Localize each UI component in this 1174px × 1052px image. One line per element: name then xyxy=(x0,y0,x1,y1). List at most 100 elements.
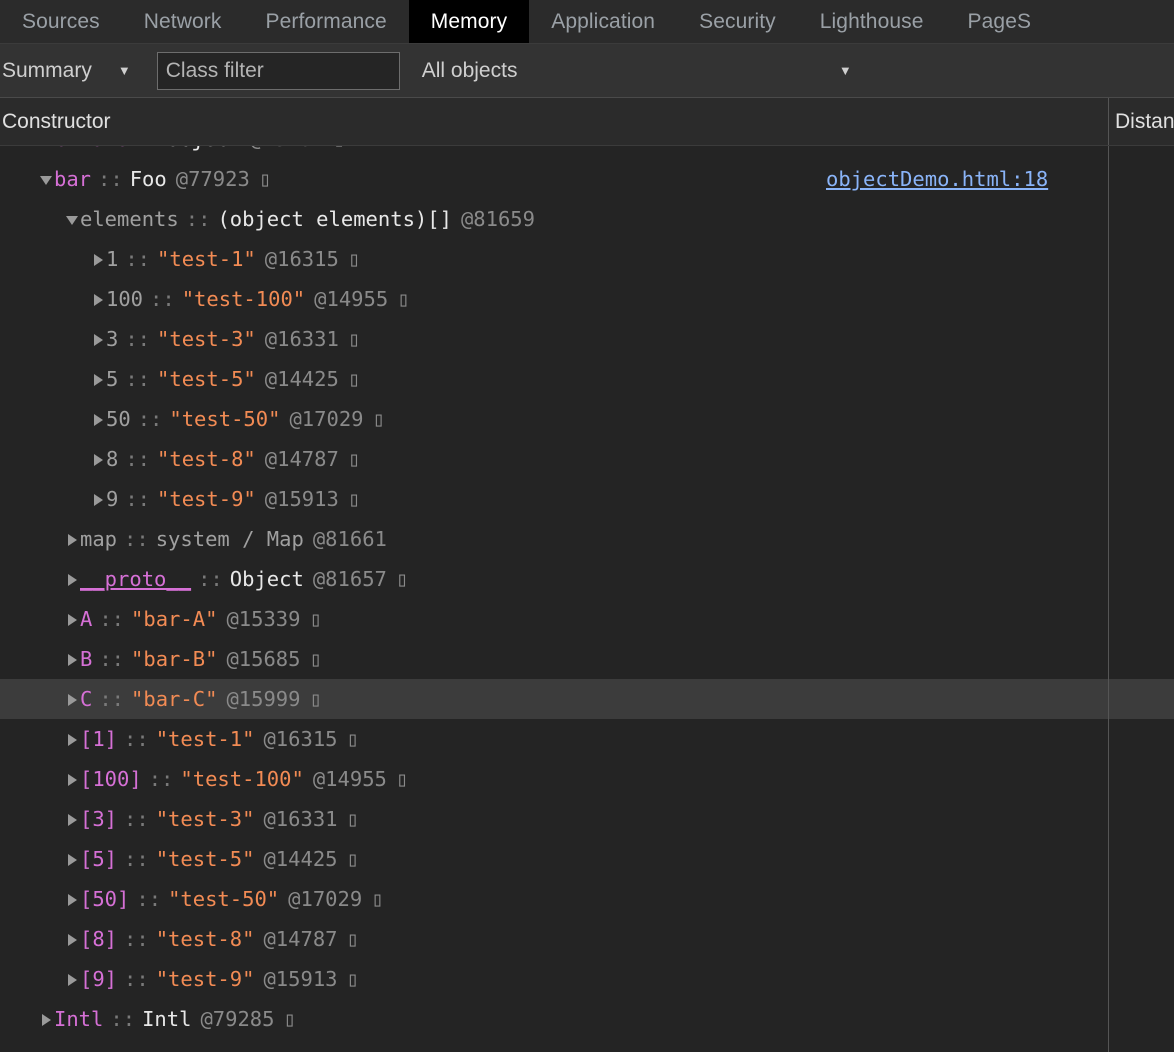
triangle-right-icon[interactable] xyxy=(66,733,79,746)
tab-security[interactable]: Security xyxy=(677,0,798,43)
tab-sources[interactable]: Sources xyxy=(0,0,122,43)
column-divider[interactable] xyxy=(1108,146,1109,1052)
property-name: 50 xyxy=(106,407,131,431)
property-separator: :: xyxy=(124,807,149,831)
object-id: @15685 xyxy=(226,647,301,671)
property-name: 9 xyxy=(106,487,119,511)
triangle-right-icon[interactable] xyxy=(66,893,79,906)
heap-grid-row[interactable]: 8:: "test-8" @14787 ▯ xyxy=(0,439,1174,479)
column-header-constructor[interactable]: Constructor xyxy=(0,110,1108,134)
heap-grid-row[interactable]: 5:: "test-5" @14425 ▯ xyxy=(0,359,1174,399)
view-select[interactable]: Summary ▼ xyxy=(2,59,137,83)
property-value: "test-50" xyxy=(169,407,281,431)
tab-pages[interactable]: PageS xyxy=(946,0,1054,43)
class-filter-input[interactable] xyxy=(156,51,400,90)
property-name: [50] xyxy=(80,887,130,911)
column-header-distance[interactable]: Distan xyxy=(1108,98,1174,145)
triangle-right-icon[interactable] xyxy=(92,413,105,426)
property-name: [8] xyxy=(80,927,118,951)
object-id: @79401 xyxy=(241,146,324,151)
tab-application[interactable]: Application xyxy=(529,0,677,43)
property-value: "test-1" xyxy=(157,247,256,271)
tab-network[interactable]: Network xyxy=(122,0,244,43)
property-name: 3 xyxy=(106,327,119,351)
triangle-right-icon[interactable] xyxy=(92,453,105,466)
property-name: 8 xyxy=(106,447,119,471)
property-value: Object xyxy=(229,567,304,591)
chevron-down-icon: ▼ xyxy=(838,63,852,78)
devtools-panel-tabbar: Sources Network Performance Memory Applicati… xyxy=(0,0,1174,44)
heap-grid-row[interactable]: bar:: Foo @77923 ▯ objectDemo.html:18 xyxy=(0,159,1174,199)
heap-grid-row[interactable]: [9]:: "test-9" @15913 ▯ xyxy=(0,959,1174,999)
property-name: bar xyxy=(54,167,92,191)
missing-glyph-icon: ▯ xyxy=(346,967,359,991)
triangle-right-icon[interactable] xyxy=(66,973,79,986)
tab-lighthouse[interactable]: Lighthouse xyxy=(798,0,946,43)
missing-glyph-icon: ▯ xyxy=(309,687,322,711)
tab-performance[interactable]: Performance xyxy=(243,0,408,43)
heap-grid-row[interactable]: C:: "bar-C" @15999 ▯ xyxy=(0,679,1174,719)
heap-grid-row[interactable]: [100]:: "test-100" @14955 ▯ xyxy=(0,759,1174,799)
missing-glyph-icon: ▯ xyxy=(347,367,361,391)
missing-glyph-icon: ▯ xyxy=(371,887,384,911)
missing-glyph-icon: ▯ xyxy=(346,727,359,751)
missing-glyph-icon: ▯ xyxy=(347,327,361,351)
triangle-right-icon[interactable] xyxy=(66,613,79,626)
triangle-right-icon[interactable] xyxy=(92,493,105,506)
triangle-down-icon[interactable] xyxy=(66,213,79,226)
missing-glyph-icon: ▯ xyxy=(283,1007,296,1031)
heap-grid-row[interactable]: chrome::Object@79401▯ xyxy=(0,146,1174,159)
objects-select[interactable]: All objects ▼ xyxy=(422,59,852,83)
heap-grid-row[interactable]: B:: "bar-B" @15685 ▯ xyxy=(0,639,1174,679)
heap-grid-row[interactable]: [5]:: "test-5" @14425 ▯ xyxy=(0,839,1174,879)
triangle-right-icon[interactable] xyxy=(66,533,79,546)
property-separator: :: xyxy=(125,447,151,471)
property-value: "test-50" xyxy=(168,887,280,911)
triangle-right-icon[interactable] xyxy=(40,1013,53,1026)
triangle-right-icon[interactable] xyxy=(92,253,105,266)
heap-snapshot-grid[interactable]: chrome::Object@79401▯bar::Foo@77923▯obje… xyxy=(0,146,1174,1052)
triangle-right-icon[interactable] xyxy=(92,293,105,306)
property-value: "test-5" xyxy=(157,367,256,391)
property-value: "test-3" xyxy=(155,807,255,831)
property-separator: :: xyxy=(198,567,223,591)
heap-grid-row[interactable]: __proto__:: Object @81657 ▯ xyxy=(0,559,1174,599)
triangle-right-icon[interactable] xyxy=(66,933,79,946)
heap-grid-row[interactable]: 3:: "test-3" @16331 ▯ xyxy=(0,319,1174,359)
object-id: @17029 xyxy=(288,887,363,911)
property-name: map xyxy=(80,527,118,551)
property-name: [1] xyxy=(80,727,118,751)
triangle-right-icon[interactable] xyxy=(66,813,79,826)
heap-grid-row[interactable]: 1:: "test-1" @16315 ▯ xyxy=(0,239,1174,279)
property-name: elements xyxy=(80,207,179,231)
source-location-link[interactable]: objectDemo.html:18 xyxy=(826,167,1048,191)
triangle-right-icon[interactable] xyxy=(92,333,105,346)
heap-grid-row[interactable]: [8]:: "test-8" @14787 ▯ xyxy=(0,919,1174,959)
heap-grid-row[interactable]: A:: "bar-A" @15339 ▯ xyxy=(0,599,1174,639)
missing-glyph-icon: ▯ xyxy=(397,287,410,311)
object-id: @14425 xyxy=(263,847,338,871)
heap-grid-row[interactable]: 50:: "test-50" @17029 ▯ xyxy=(0,399,1174,439)
triangle-right-icon[interactable] xyxy=(92,373,105,386)
heap-grid-row[interactable]: map:: system / Map @81661 xyxy=(0,519,1174,559)
heap-grid-row[interactable]: [3]:: "test-3" @16331 ▯ xyxy=(0,799,1174,839)
property-name: [9] xyxy=(80,967,118,991)
triangle-right-icon[interactable] xyxy=(66,773,79,786)
tab-memory[interactable]: Memory xyxy=(408,0,530,43)
property-value: "test-8" xyxy=(157,447,256,471)
triangle-right-icon[interactable] xyxy=(66,573,79,586)
heap-grid-row[interactable]: 9:: "test-9" @15913 ▯ xyxy=(0,479,1174,519)
triangle-right-icon[interactable] xyxy=(66,693,79,706)
object-id: @79285 xyxy=(200,1007,275,1031)
heap-grid-row[interactable]: [1]:: "test-1" @16315 ▯ xyxy=(0,719,1174,759)
heap-grid-row[interactable]: [50]:: "test-50" @17029 ▯ xyxy=(0,879,1174,919)
missing-glyph-icon: ▯ xyxy=(395,767,409,791)
property-value: "test-8" xyxy=(155,927,255,951)
property-name: chrome xyxy=(54,146,128,151)
triangle-right-icon[interactable] xyxy=(66,853,79,866)
heap-grid-row[interactable]: Intl:: Intl @79285 ▯ xyxy=(0,999,1174,1039)
heap-grid-row[interactable]: 100:: "test-100" @14955 ▯ xyxy=(0,279,1174,319)
heap-grid-row[interactable]: elements:: (object elements)[] @81659 xyxy=(0,199,1174,239)
triangle-down-icon[interactable] xyxy=(40,173,53,186)
triangle-right-icon[interactable] xyxy=(66,653,79,666)
